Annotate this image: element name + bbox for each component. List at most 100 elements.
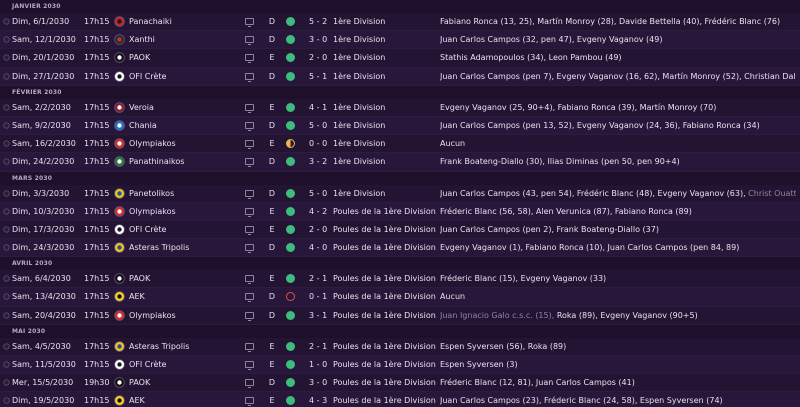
opponent-team-link[interactable]: Veroia — [129, 99, 154, 116]
match-info-icon[interactable] — [2, 103, 11, 112]
match-info-icon[interactable] — [2, 139, 11, 148]
match-info-icon[interactable] — [2, 207, 11, 216]
fixture-row[interactable]: Mer, 15/5/2030 19h30 PAOK D 3 - 0 Poules de l… — [0, 374, 800, 393]
match-info-icon[interactable] — [2, 35, 11, 44]
match-score[interactable]: 1 - 0 — [309, 356, 327, 373]
match-time: 17h15 — [84, 120, 110, 130]
competition-name: Poules de la 1ère Division — [333, 292, 436, 302]
tv-icon — [245, 397, 254, 407]
opponent-team-link[interactable]: OFI Crète — [129, 221, 166, 238]
fixture-row[interactable]: Dim, 20/1/2030 17h15 PAOK E 2 - 0 1ère Divisi… — [0, 49, 800, 68]
match-info-icon[interactable] — [2, 342, 11, 351]
opponent-team-link[interactable]: AEK — [129, 392, 145, 407]
match-info-icon[interactable] — [2, 157, 11, 166]
home-away-indicator: D — [268, 120, 276, 130]
match-score[interactable]: 5 - 1 — [309, 68, 327, 85]
match-score[interactable]: 5 - 0 — [309, 185, 327, 202]
match-info-icon[interactable] — [2, 17, 11, 26]
fixture-row[interactable]: Sam, 13/4/2030 17h15 AEK D 0 - 1 Poules de la… — [0, 288, 800, 307]
match-time: 17h15 — [84, 17, 110, 26]
month-header: JANVIER 2030 — [0, 0, 800, 13]
fixture-row[interactable]: Dim, 27/1/2030 17h15 OFI Crète D 5 - 1 1ère D… — [0, 67, 800, 86]
home-away-indicator: D — [268, 35, 276, 45]
result-win-icon — [286, 378, 295, 388]
match-score[interactable]: 4 - 2 — [309, 203, 327, 220]
match-info-icon[interactable] — [2, 378, 11, 387]
match-score[interactable]: 3 - 0 — [309, 374, 327, 391]
opponent-team-link[interactable]: Olympiakos — [129, 203, 176, 220]
match-info-icon[interactable] — [2, 243, 11, 252]
match-info-icon[interactable] — [2, 360, 11, 369]
opponent-team-link[interactable]: Olympiakos — [129, 135, 176, 152]
match-score[interactable]: 2 - 0 — [309, 49, 327, 66]
match-info-icon[interactable] — [2, 396, 11, 405]
team-crest-icon — [114, 156, 125, 168]
fixture-row[interactable]: Sam, 6/4/2030 17h15 PAOK E 2 - 1 Poules de la… — [0, 270, 800, 289]
match-info-icon[interactable] — [2, 121, 11, 130]
match-score[interactable]: 2 - 1 — [309, 338, 327, 355]
fixture-row[interactable]: Sam, 2/2/2030 17h15 Veroia E 4 - 1 1ère Divis… — [0, 98, 800, 117]
match-score[interactable]: 4 - 3 — [309, 392, 327, 407]
team-crest-icon — [114, 16, 125, 27]
fixture-row[interactable]: Dim, 24/2/2030 17h15 Panathinaikos D 3 - 2 1è… — [0, 153, 800, 172]
fixture-row[interactable]: Sam, 11/5/2030 17h15 OFI Crète E 1 - 0 Poules… — [0, 356, 800, 375]
match-info-icon[interactable] — [2, 72, 11, 81]
match-score[interactable]: 2 - 1 — [309, 270, 327, 287]
match-score[interactable]: 4 - 1 — [309, 99, 327, 116]
fixture-row[interactable]: Dim, 24/3/2030 17h15 Asteras Tripolis D 4 - … — [0, 239, 800, 258]
home-away-indicator: D — [268, 71, 276, 81]
opponent-team-link[interactable]: OFI Crète — [129, 356, 166, 373]
match-info-icon[interactable] — [2, 189, 11, 198]
opponent-team-link[interactable]: Olympiakos — [129, 307, 176, 324]
opponent-team-link[interactable]: AEK — [129, 288, 145, 305]
opponent-team-link[interactable]: PAOK — [129, 49, 150, 66]
fixture-row[interactable]: Sam, 9/2/2030 17h15 Chania D 5 - 0 1ère Divis… — [0, 116, 800, 136]
match-score[interactable]: 2 - 0 — [309, 221, 327, 238]
match-score[interactable]: 3 - 0 — [309, 31, 327, 48]
fixture-row[interactable]: Sam, 4/5/2030 17h15 Asteras Tripolis E 2 - 1… — [0, 337, 800, 356]
match-info-icon[interactable] — [2, 292, 11, 301]
result-win-icon — [286, 35, 295, 45]
match-score[interactable]: 3 - 2 — [309, 153, 327, 170]
fixture-row[interactable]: Sam, 12/1/2030 17h15 Xanthi D 3 - 0 1ère Divi… — [0, 31, 800, 50]
match-score[interactable]: 0 - 1 — [309, 288, 327, 305]
team-crest-icon — [114, 359, 125, 370]
match-info-icon[interactable] — [2, 53, 11, 62]
fixture-row[interactable]: Sam, 16/2/2030 17h15 Olympiakos E 0 - 0 1ère … — [0, 135, 800, 154]
match-info-icon[interactable] — [2, 225, 11, 234]
result-win-icon — [286, 53, 295, 63]
opponent-team-link[interactable]: Xanthi — [129, 31, 155, 48]
match-score[interactable]: 5 - 2 — [309, 13, 327, 30]
fixture-row[interactable]: Dim, 10/3/2030 17h15 Olympiakos E 4 - 2 Poule… — [0, 202, 800, 221]
team-crest-icon — [114, 205, 125, 217]
opponent-team-link[interactable]: PAOK — [129, 270, 150, 287]
match-time: 17h15 — [84, 396, 110, 406]
match-info-icon[interactable] — [2, 311, 11, 320]
opponent-team-link[interactable]: PAOK — [129, 374, 150, 391]
tv-icon — [245, 275, 254, 285]
match-score[interactable]: 0 - 0 — [309, 135, 327, 152]
goal-scorers: Aucun — [440, 139, 466, 149]
fixture-row[interactable]: Dim, 17/3/2030 17h15 OFI Crète E 2 - 0 Poules… — [0, 220, 800, 240]
match-score[interactable]: 5 - 0 — [309, 117, 327, 134]
opponent-team-link[interactable]: Panathinaikos — [129, 153, 184, 170]
team-crest-icon — [114, 242, 125, 253]
opponent-team-link[interactable]: Asteras Tripolis — [129, 338, 189, 355]
opponent-team-link[interactable]: Panachaiki — [129, 13, 172, 30]
fixture-row[interactable]: Dim, 19/5/2030 17h15 AEK E 4 - 3 Poules de la… — [0, 392, 800, 407]
opponent-team-link[interactable]: OFI Crète — [129, 68, 166, 85]
result-win-icon — [286, 188, 295, 198]
match-date: Dim, 24/2/2030 — [12, 157, 75, 167]
opponent-team-link[interactable]: Panetolikos — [129, 185, 174, 202]
match-score[interactable]: 3 - 1 — [309, 307, 327, 324]
match-time: 17h15 — [84, 188, 110, 198]
fixture-row[interactable]: Sam, 20/4/2030 17h15 Olympiakos D 3 - 1 Poule… — [0, 306, 800, 325]
fixture-row[interactable]: Dim, 6/1/2030 17h15 Panachaiki D 5 - 2 1ère D… — [0, 13, 800, 32]
match-date: Dim, 27/1/2030 — [12, 71, 75, 81]
tv-icon — [245, 293, 254, 303]
match-info-icon[interactable] — [2, 274, 11, 283]
match-score[interactable]: 4 - 0 — [309, 239, 327, 256]
fixture-row[interactable]: Dim, 3/3/2030 17h15 Panetolikos D 5 - 0 1ère … — [0, 184, 800, 203]
opponent-team-link[interactable]: Chania — [129, 117, 157, 134]
opponent-team-link[interactable]: Asteras Tripolis — [129, 239, 189, 256]
